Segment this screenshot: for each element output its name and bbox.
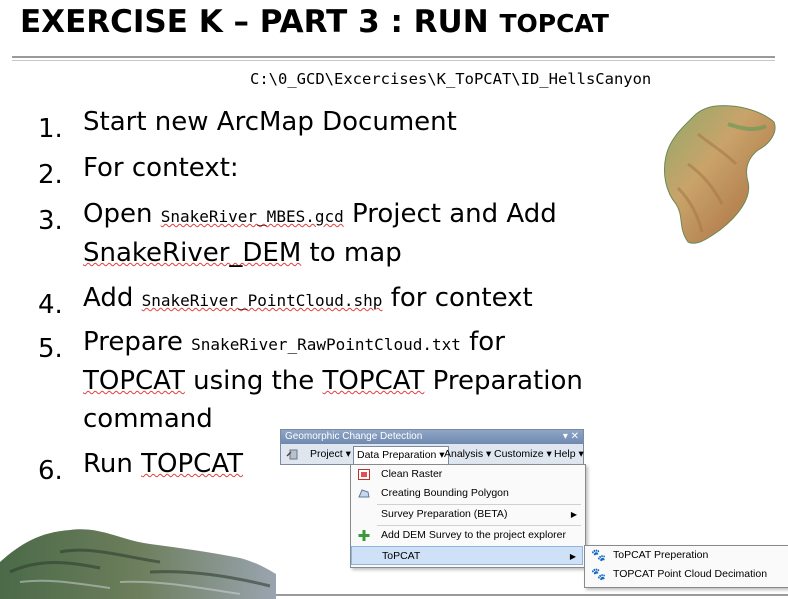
menu-item-survey-preparation[interactable]: Survey Preparation (BETA) ▶ (351, 505, 583, 524)
step-number: 5. (38, 334, 63, 364)
menu-item-topcat[interactable]: ToPCAT ▶ (351, 546, 583, 565)
hillshade-image (0, 529, 276, 599)
menu-item-bounding-polygon[interactable]: Creating Bounding Polygon (351, 484, 583, 503)
step-text: Prepare SnakeRiver_RawPointCloud.txt for (83, 327, 505, 357)
folder-path: C:\0_GCD\Excercises\K_ToPCAT\ID_HellsCan… (250, 70, 652, 88)
gcd-toolbar[interactable]: Geomorphic Change Detection ▾ ✕ Project … (280, 429, 584, 465)
menu-item-add-dem-survey[interactable]: Add DEM Survey to the project explorer (351, 526, 583, 545)
title-rule (12, 56, 775, 58)
title-tail: TOPCAT (499, 9, 609, 38)
step-text: Open SnakeRiver_MBES.gcd Project and Add (83, 199, 557, 229)
toolbar-title-bar[interactable]: Geomorphic Change Detection ▾ ✕ (281, 430, 583, 444)
step-number: 3. (38, 206, 63, 236)
paw-icon: 🐾 (591, 548, 606, 562)
add-icon (358, 530, 370, 541)
layer-name: SnakeRiver_DEM (83, 238, 302, 268)
step-text: Run TOPCAT (83, 449, 243, 479)
submenu-item-point-cloud-decimation[interactable]: 🐾 TOPCAT Point Cloud Decimation (585, 565, 787, 584)
step-text-line2: TOPCAT using the TOPCAT Preparation (83, 366, 583, 396)
menu-customize[interactable]: Customize ▾ (491, 446, 555, 463)
toolbar-title: Geomorphic Change Detection (285, 431, 423, 442)
step-text: For context: (83, 153, 239, 183)
data-preparation-menu: Clean Raster Creating Bounding Polygon S… (350, 464, 586, 568)
menu-analysis[interactable]: Analysis ▾ (441, 446, 494, 463)
file-name: SnakeRiver_MBES.gcd (160, 207, 344, 226)
file-name: SnakeRiver_RawPointCloud.txt (191, 335, 461, 354)
submenu-item-topcat-preparation[interactable]: 🐾 ToPCAT Preperation (585, 546, 787, 565)
step-number: 6. (38, 456, 63, 486)
menu-help[interactable]: Help ▾ (551, 446, 587, 463)
step-text: Start new ArcMap Document (83, 107, 457, 137)
paw-icon: 🐾 (591, 567, 606, 581)
menu-project[interactable]: Project ▾ (307, 446, 354, 463)
step-number: 1. (38, 114, 63, 144)
toolbar-gripper-icon (286, 449, 298, 460)
step-number: 4. (38, 290, 63, 320)
menu-item-clean-raster[interactable]: Clean Raster (351, 465, 583, 484)
step-number: 2. (38, 160, 63, 190)
topcat-submenu: 🐾 ToPCAT Preperation 🐾 TOPCAT Point Clou… (584, 545, 788, 588)
footer-rule (276, 594, 788, 596)
title-main: EXERCISE K – PART 3 : RUN (20, 4, 500, 40)
title-rule-thin (12, 60, 775, 61)
slide-title: EXERCISE K – PART 3 : RUN TOPCAT (20, 4, 609, 40)
step-text-line2: SnakeRiver_DEM to map (83, 238, 402, 268)
menu-data-preparation[interactable]: Data Preparation ▾ (353, 446, 449, 465)
step-text: Add SnakeRiver_PointCloud.shp for contex… (83, 283, 533, 313)
terrain-map-image (663, 105, 776, 244)
tool-name: TOPCAT (141, 449, 243, 479)
submenu-arrow-icon: ▶ (569, 552, 576, 561)
polygon-icon (358, 489, 370, 498)
toolbar-close-icon[interactable]: ▾ ✕ (563, 430, 579, 444)
file-name: SnakeRiver_PointCloud.shp (141, 291, 383, 310)
step-text-line3: command (83, 404, 213, 434)
clean-raster-icon (358, 469, 370, 480)
submenu-arrow-icon: ▶ (570, 510, 577, 519)
